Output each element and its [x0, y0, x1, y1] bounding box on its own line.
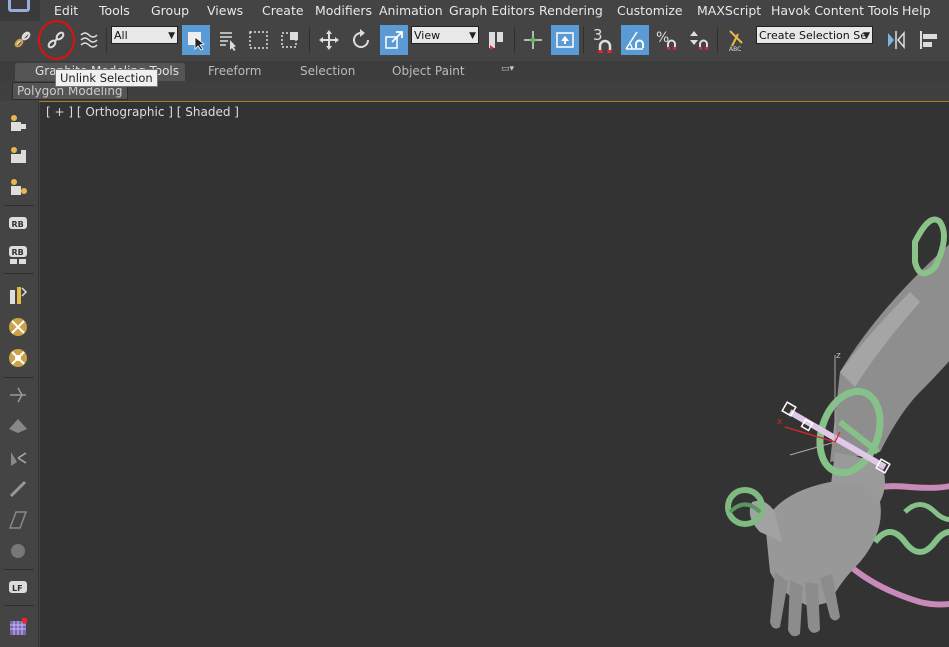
menu-bar: Edit Tools Group Views Create Modifiers …: [0, 0, 949, 21]
menu-views[interactable]: Views: [207, 3, 243, 18]
grid-tool-icon[interactable]: [6, 615, 30, 639]
toolbar-separator: [514, 27, 515, 53]
sidebar-separator: [4, 377, 34, 378]
mirror-icon[interactable]: [882, 25, 910, 55]
menu-graph-editors[interactable]: Graph Editors: [449, 3, 535, 18]
tab-selection[interactable]: Selection: [300, 64, 355, 78]
menu-create[interactable]: Create: [262, 3, 304, 18]
sidebar-separator: [4, 569, 34, 570]
selection-filter-dropdown[interactable]: All ▼: [111, 26, 178, 44]
svg-text:RB: RB: [12, 248, 24, 257]
named-selection-sets-dropdown[interactable]: Create Selection Se ▼: [756, 26, 873, 44]
wind-tool-icon[interactable]: [6, 383, 30, 407]
select-and-move-icon[interactable]: [315, 25, 343, 55]
plane-tool-icon[interactable]: [6, 508, 30, 532]
select-by-name-icon[interactable]: [214, 25, 242, 55]
unlink-selection-icon[interactable]: [42, 25, 70, 55]
named-selection-sets-value: Create Selection Se: [759, 29, 867, 42]
chevron-down-icon: ▼: [168, 31, 175, 41]
menu-maxscript[interactable]: MAXScript: [697, 3, 761, 18]
menu-modifiers[interactable]: Modifiers: [315, 3, 372, 18]
menu-tools[interactable]: Tools: [99, 3, 130, 18]
constraint-tool-icon[interactable]: [6, 283, 30, 307]
rectangular-selection-icon[interactable]: [245, 25, 273, 55]
main-toolbar: All ▼ View ▼ 3 % ABC Create Selection Se…: [0, 21, 949, 62]
viewport-label[interactable]: [ + ] [ Orthographic ] [ Shaded ]: [46, 105, 239, 119]
chevron-down-icon: ▼: [469, 31, 476, 41]
gizmo-x-label: x: [777, 417, 783, 427]
rope-tool-icon[interactable]: [6, 477, 30, 501]
menu-animation[interactable]: Animation: [379, 3, 443, 18]
sidebar-separator: [4, 605, 34, 606]
window-crossing-icon[interactable]: [277, 25, 305, 55]
fracture-preview-icon[interactable]: [6, 346, 30, 370]
tab-freeform[interactable]: Freeform: [208, 64, 261, 78]
menu-help[interactable]: Help: [902, 3, 931, 18]
selection-filter-value: All: [114, 29, 128, 42]
spinner-snap-toggle-icon[interactable]: [685, 25, 713, 55]
edit-named-selection-sets-icon[interactable]: ABC: [722, 25, 750, 55]
select-and-manipulate-icon[interactable]: [519, 25, 547, 55]
toolbar-separator: [106, 27, 107, 53]
menu-customize[interactable]: Customize: [617, 3, 683, 18]
svg-text:LF: LF: [12, 584, 23, 593]
menu-rendering[interactable]: Rendering: [539, 3, 603, 18]
toolbar-separator: [309, 27, 310, 53]
menu-havok-content-tools[interactable]: Havok Content Tools: [771, 3, 899, 18]
menu-edit[interactable]: Edit: [54, 3, 78, 18]
deflector-tool-icon[interactable]: [6, 414, 30, 438]
reference-coordinate-dropdown[interactable]: View ▼: [411, 26, 479, 44]
keyboard-shortcut-override-icon[interactable]: [551, 25, 579, 55]
pivot-center-icon[interactable]: [482, 25, 510, 55]
reference-coordinate-value: View: [414, 29, 441, 42]
percent-snap-toggle-icon[interactable]: %: [653, 25, 681, 55]
select-object-icon[interactable]: [182, 25, 210, 55]
tab-object-paint[interactable]: Object Paint: [392, 64, 465, 78]
select-and-link-icon[interactable]: [9, 25, 37, 55]
sidebar-separator: [4, 273, 34, 274]
svg-text:ABC: ABC: [729, 46, 741, 52]
camera-pan-tool-icon[interactable]: [6, 143, 30, 167]
gravity-tool-icon[interactable]: [6, 446, 30, 470]
gizmo-z-label: z: [836, 351, 841, 361]
select-and-rotate-icon[interactable]: [347, 25, 375, 55]
bind-to-space-warp-icon[interactable]: [75, 25, 103, 55]
sidebar-separator: [4, 205, 34, 206]
viewport-orthographic[interactable]: z x [ + ] [ Orthographic ] [ Shaded ]: [40, 102, 949, 647]
scene-3d-view[interactable]: z x: [40, 102, 949, 647]
ribbon-options-icon[interactable]: ▭▾: [501, 64, 514, 74]
select-and-scale-icon[interactable]: [380, 25, 408, 55]
camera-orbit-tool-icon[interactable]: [6, 175, 30, 199]
camera-tool-icon[interactable]: [6, 111, 30, 135]
unlink-selection-tooltip: Unlink Selection: [55, 69, 158, 87]
chevron-down-icon: ▼: [863, 31, 870, 41]
sphere-tool-icon[interactable]: [6, 539, 30, 563]
left-sidebar-toolbar: RB RB LF: [0, 101, 39, 647]
lf-tool-icon[interactable]: LF: [6, 575, 30, 599]
fracture-tool-icon[interactable]: [6, 315, 30, 339]
rigid-body-collection-icon[interactable]: RB: [6, 243, 30, 267]
app-logo-icon[interactable]: [0, 0, 40, 21]
align-icon[interactable]: [914, 25, 942, 55]
menu-group[interactable]: Group: [151, 3, 189, 18]
svg-text:RB: RB: [12, 220, 24, 229]
snaps-toggle-icon[interactable]: 3: [589, 25, 617, 55]
toolbar-separator: [717, 27, 718, 53]
rigid-body-icon[interactable]: RB: [6, 211, 30, 235]
angle-snap-toggle-icon[interactable]: [621, 25, 649, 55]
toolbar-separator: [583, 27, 584, 53]
